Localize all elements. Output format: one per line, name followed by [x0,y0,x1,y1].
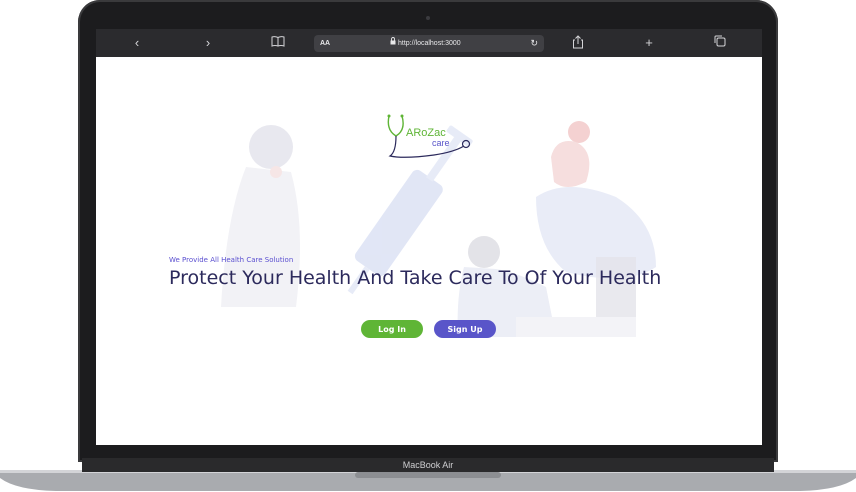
reload-icon[interactable]: ↻ [530,35,538,52]
browser-toolbar: ‹ › AA http://localhost:3000 ↻ + [96,29,762,57]
forward-icon[interactable]: › [198,35,218,51]
healthcare-illustration [221,121,656,337]
device-label: MacBook Air [402,460,454,470]
lock-icon [390,35,396,52]
address-bar[interactable]: AA http://localhost:3000 ↻ [314,35,544,52]
url-text: http://localhost:3000 [398,40,461,47]
tabs-icon[interactable] [710,35,730,51]
tagline: We Provide All Health Care Solution [169,256,294,264]
signup-button[interactable]: Sign Up [434,320,496,338]
login-button[interactable]: Log In [361,320,423,338]
bookmarks-icon[interactable] [268,35,288,51]
reader-aa-button[interactable]: AA [320,35,330,52]
landing-hero: ARoZac care We Provide All Health Care S… [96,57,762,445]
new-tab-icon[interactable]: + [639,35,659,51]
camera-icon [426,16,430,20]
back-icon[interactable]: ‹ [127,35,147,51]
laptop-screen: ‹ › AA http://localhost:3000 ↻ + ARoZac … [96,29,762,445]
logo: ARoZac care [384,112,474,162]
share-icon[interactable] [568,35,588,51]
logo-text-secondary: care [432,138,450,148]
page-title: Protect Your Health And Take Care To Of … [169,267,662,289]
